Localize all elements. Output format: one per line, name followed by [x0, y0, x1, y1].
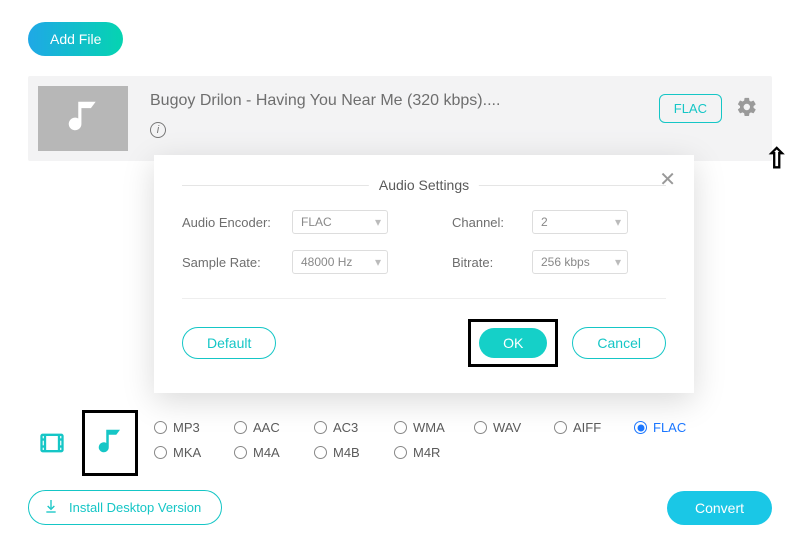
sample-rate-select[interactable]: 48000 Hz: [292, 250, 388, 274]
format-radio-mp3[interactable]: MP3: [154, 420, 234, 435]
download-icon: [43, 498, 59, 517]
encoder-label: Audio Encoder:: [182, 215, 292, 230]
radio-dot-icon: [154, 446, 167, 459]
radio-dot-icon: [234, 421, 247, 434]
convert-button[interactable]: Convert: [667, 491, 772, 525]
format-radio-aiff[interactable]: AIFF: [554, 420, 634, 435]
format-radio-ac3[interactable]: AC3: [314, 420, 394, 435]
format-label: AAC: [253, 420, 280, 435]
radio-dot-icon: [554, 421, 567, 434]
settings-gear-icon[interactable]: [736, 96, 758, 123]
format-label: MP3: [173, 420, 200, 435]
radio-dot-icon: [314, 446, 327, 459]
format-radio-wav[interactable]: WAV: [474, 420, 554, 435]
audio-tab-icon[interactable]: [95, 426, 125, 461]
radio-dot-icon: [234, 446, 247, 459]
format-radio-mka[interactable]: MKA: [154, 445, 234, 460]
format-label: M4B: [333, 445, 360, 460]
format-radio-m4r[interactable]: M4R: [394, 445, 474, 460]
sample-rate-label: Sample Rate:: [182, 255, 292, 270]
format-radio-aac[interactable]: AAC: [234, 420, 314, 435]
close-icon[interactable]: ✕: [659, 167, 676, 192]
channel-label: Channel:: [452, 215, 532, 230]
format-radio-wma[interactable]: WMA: [394, 420, 474, 435]
info-icon[interactable]: i: [150, 122, 166, 138]
video-tab-icon[interactable]: [28, 414, 76, 472]
channel-select[interactable]: 2: [532, 210, 628, 234]
footer: Install Desktop Version Convert: [28, 490, 772, 525]
radio-dot-icon: [634, 421, 647, 434]
encoder-select[interactable]: FLAC: [292, 210, 388, 234]
format-label: AIFF: [573, 420, 601, 435]
format-label: WAV: [493, 420, 521, 435]
radio-dot-icon: [394, 421, 407, 434]
audio-settings-modal: ✕ Audio Settings Audio Encoder: FLAC Cha…: [154, 155, 694, 393]
bitrate-label: Bitrate:: [452, 255, 532, 270]
format-label: M4A: [253, 445, 280, 460]
file-title: Bugoy Drilon - Having You Near Me (320 k…: [150, 92, 659, 110]
format-bar: MP3 AAC AC3 WMA WAV AIFF FLAC MKA M4A M4B M4R: [28, 414, 772, 476]
format-radio-flac[interactable]: FLAC: [634, 420, 714, 435]
radio-dot-icon: [474, 421, 487, 434]
annotation-highlight-ok: OK: [468, 319, 558, 367]
modal-title: Audio Settings: [369, 177, 479, 193]
output-format-badge[interactable]: FLAC: [659, 94, 722, 123]
format-radio-m4b[interactable]: M4B: [314, 445, 394, 460]
install-desktop-label: Install Desktop Version: [69, 500, 201, 515]
radio-dot-icon: [154, 421, 167, 434]
annotation-highlight-audio-tab: [82, 410, 138, 476]
annotation-arrow-up-icon: ⇧: [765, 142, 788, 175]
format-label: M4R: [413, 445, 440, 460]
install-desktop-button[interactable]: Install Desktop Version: [28, 490, 222, 525]
format-radio-m4a[interactable]: M4A: [234, 445, 314, 460]
add-file-button[interactable]: Add File: [28, 22, 123, 56]
music-note-icon: [64, 97, 102, 140]
format-label: FLAC: [653, 420, 686, 435]
radio-dot-icon: [314, 421, 327, 434]
file-thumbnail: [38, 86, 128, 151]
format-label: WMA: [413, 420, 445, 435]
format-label: AC3: [333, 420, 358, 435]
format-label: MKA: [173, 445, 201, 460]
default-button[interactable]: Default: [182, 327, 276, 359]
file-row: Bugoy Drilon - Having You Near Me (320 k…: [28, 76, 772, 161]
bitrate-select[interactable]: 256 kbps: [532, 250, 628, 274]
radio-dot-icon: [394, 446, 407, 459]
ok-button[interactable]: OK: [479, 328, 547, 358]
cancel-button[interactable]: Cancel: [572, 327, 666, 359]
